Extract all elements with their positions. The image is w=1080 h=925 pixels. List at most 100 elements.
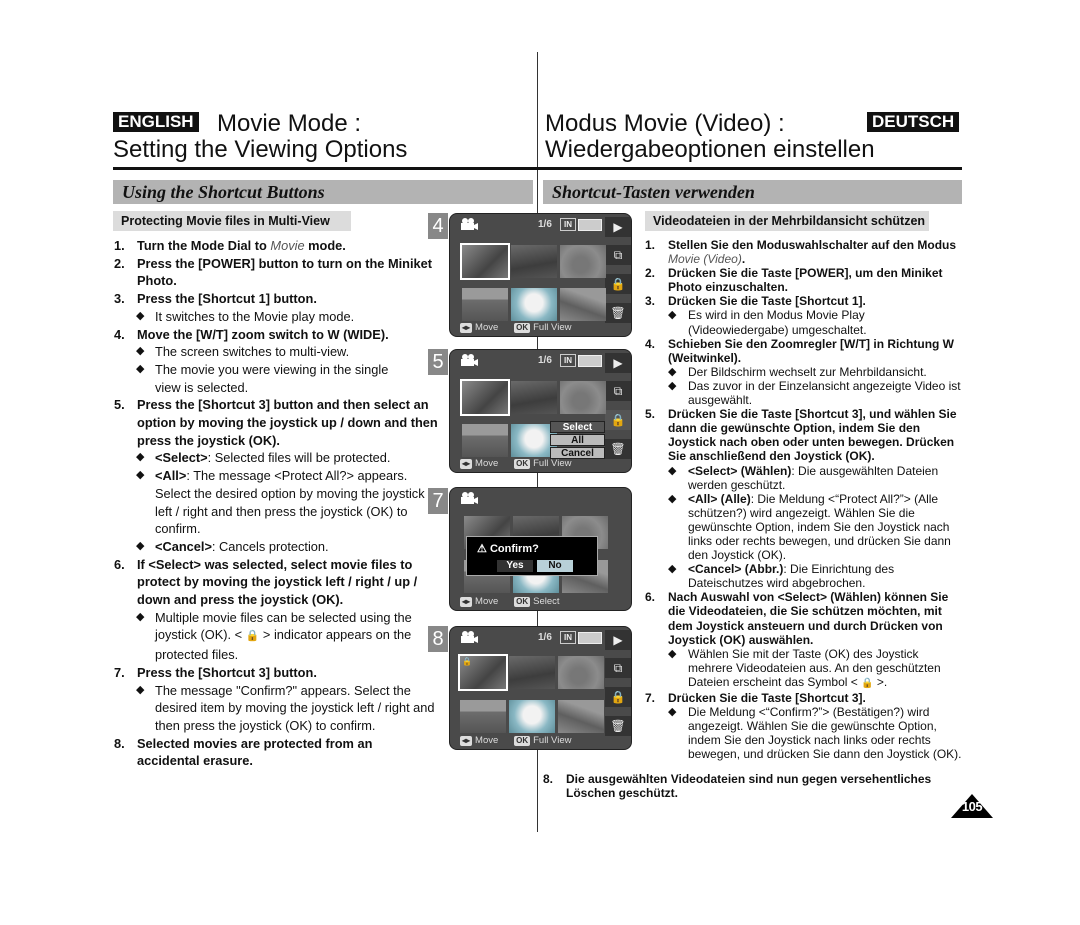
de-step-7-note: ◆ Die Meldung <“Confirm?”> (Bestätigen?) …	[668, 705, 962, 762]
ok-key-icon: OK	[514, 323, 531, 333]
en-step-5-all: ◆ <All>: The message <Protect All?> appea…	[136, 468, 425, 537]
file-counter: 1/6	[538, 219, 552, 230]
trash-icon[interactable]: 🗑	[605, 716, 631, 736]
deutsch-badge: DEUTSCH	[867, 112, 960, 132]
trash-icon[interactable]: 🗑	[605, 303, 631, 323]
screen-step-7-label: 7	[428, 488, 448, 514]
en-step-4: 4. Move the [W/T] zoom switch to W (WIDE)…	[114, 326, 389, 342]
thumbnail[interactable]	[558, 700, 604, 733]
de-step-5-all: ◆ <All> (Alle): Die Meldung <“Protect All…	[668, 491, 951, 563]
lock-icon[interactable]: 🔒	[605, 687, 631, 707]
thumbnail[interactable]	[511, 381, 557, 414]
screen-footer: ◂▸ Move OK Full View	[460, 322, 572, 333]
en-step-6-note: ◆ Multiple movie files can be selected us…	[136, 609, 412, 663]
screen-step-8-label: 8	[428, 626, 448, 652]
de-step-4-note-1: ◆ Der Bildschirm wechselt zur Mehrbildans…	[668, 364, 927, 379]
menu-option-all[interactable]: All	[550, 434, 605, 446]
english-badge: ENGLISH	[113, 112, 199, 132]
en-step-8: 8. Selected movies are protected from an …	[114, 735, 373, 769]
en-step-7-note: ◆ The message "Confirm?" appears. Select …	[136, 682, 435, 733]
battery-icon	[578, 355, 602, 367]
thumbnail[interactable]	[560, 381, 606, 414]
internal-memory-icon: IN	[560, 218, 576, 231]
de-step-4-note-2: ◆ Das zuvor in der Einzelansicht angezeig…	[668, 378, 961, 408]
internal-memory-icon: IN	[560, 354, 576, 367]
trash-icon[interactable]: 🗑	[605, 439, 631, 459]
thumbnail[interactable]	[558, 656, 604, 689]
multiview-icon[interactable]: ⧉	[605, 245, 631, 265]
protected-lock-icon: 🔒	[462, 657, 472, 666]
de-step-5-cancel: ◆ <Cancel> (Abbr.): Die Einrichtung des D…	[668, 562, 895, 591]
joystick-icon: ◂▸	[460, 459, 473, 469]
screen-footer: ◂▸ Move OK Select	[460, 596, 560, 607]
ok-key-icon: OK	[514, 736, 531, 746]
thumbnail[interactable]	[460, 379, 510, 416]
de-title-line2: Wiedergabeoptionen einstellen	[545, 136, 875, 163]
multiview-icon[interactable]: ⧉	[605, 381, 631, 401]
en-title-line2: Setting the Viewing Options	[113, 136, 408, 163]
joystick-icon: ◂▸	[460, 597, 473, 607]
de-section-heading: Shortcut-Tasten verwenden	[543, 180, 962, 204]
screen-footer: ◂▸ Move OK Full View	[460, 458, 572, 469]
play-icon[interactable]: ▶	[605, 217, 631, 237]
de-steps: 1. Stellen Sie den Moduswahlschalter auf …	[645, 238, 963, 761]
en-step-4-note-1: ◆ The screen switches to multi-view.	[136, 344, 350, 360]
file-counter: 1/6	[538, 355, 552, 366]
lock-icon[interactable]: 🔒	[605, 410, 631, 430]
thumbnail[interactable]	[462, 424, 508, 457]
en-step-5: 5. Press the [Shortcut 3] button and then…	[114, 397, 438, 448]
lock-icon: 🔒	[861, 677, 874, 689]
multiview-icon[interactable]: ⧉	[605, 658, 631, 678]
movie-camera-icon	[461, 218, 478, 230]
en-step-6: 6. If <Select> was selected, select movie…	[114, 556, 418, 608]
de-step-6-note: ◆ Wählen Sie mit der Taste (OK) des Joyst…	[668, 646, 941, 689]
play-icon[interactable]: ▶	[605, 630, 631, 650]
thumbnail[interactable]	[560, 288, 606, 321]
thumbnail[interactable]	[509, 656, 555, 689]
thumbnail[interactable]	[462, 288, 508, 321]
no-button[interactable]: No	[537, 560, 573, 572]
play-icon[interactable]: ▶	[605, 353, 631, 373]
file-counter: 1/6	[538, 632, 552, 643]
lock-icon[interactable]: 🔒	[605, 274, 631, 294]
ok-key-icon: OK	[514, 459, 531, 469]
camera-screen-protected: 1/6 IN ▶ ⧉ 🔒 🗑 🔒 ◂▸ Move OK Full View	[449, 626, 632, 750]
camera-screen-multiview: 1/6 IN ▶ ⧉ 🔒 🗑 ◂▸ Move OK Full View	[449, 213, 632, 337]
de-step-7: 7. Drücken Sie die Taste [Shortcut 3].	[645, 691, 866, 705]
de-step-6: 6. Nach Auswahl von <Select> (Wählen) kön…	[645, 590, 949, 647]
en-step-1: 1. Turn the Mode Dial to Movie mode.	[114, 238, 346, 253]
de-step-8: 8. Die ausgewählten Videodateien sind nun…	[543, 772, 932, 801]
thumbnail[interactable]	[460, 700, 506, 733]
de-step-1: 1. Stellen Sie den Moduswahlschalter auf …	[645, 238, 957, 267]
menu-option-select[interactable]: Select	[550, 421, 605, 433]
de-step-4: 4. Schieben Sie den Zoomregler [W/T] in R…	[645, 336, 955, 365]
en-step-3-note: ◆ It switches to the Movie play mode.	[136, 308, 355, 324]
movie-camera-icon	[461, 354, 478, 366]
confirm-message: ⚠ Confirm?	[477, 543, 539, 555]
thumbnail-protected[interactable]: 🔒	[458, 654, 508, 691]
warning-icon: ⚠	[477, 543, 487, 555]
battery-icon	[578, 632, 602, 644]
de-subheading: Videodateien in der Mehrbildansicht schü…	[645, 211, 929, 231]
en-steps: 1. Turn the Mode Dial to Movie mode. 2. Pr…	[114, 237, 444, 770]
movie-camera-icon	[461, 492, 478, 504]
de-title-line1: Modus Movie (Video) :	[545, 110, 785, 137]
screen-step-4-label: 4	[428, 213, 448, 239]
screen-footer: ◂▸ Move OK Full View	[460, 735, 572, 746]
en-step-5-select: ◆ <Select>: Selected files will be protec…	[136, 450, 391, 466]
de-step-5-select: ◆ <Select> (Wählen): Die ausgewählten Dat…	[668, 463, 939, 492]
screen-step-5-label: 5	[428, 349, 448, 375]
thumbnail[interactable]	[511, 288, 557, 321]
en-title-line1: Movie Mode :	[217, 110, 362, 137]
en-step-3: 3. Press the [Shortcut 1] button.	[114, 291, 317, 307]
de-step-3-note: ◆ Es wird in den Modus Movie Play (Videow…	[668, 308, 867, 337]
thumbnail[interactable]	[460, 243, 510, 280]
page-number: 105	[961, 799, 983, 814]
yes-button[interactable]: Yes	[497, 560, 533, 572]
lock-icon: 🔒	[245, 630, 260, 643]
en-section-heading: Using the Shortcut Buttons	[113, 180, 533, 204]
thumbnail[interactable]	[509, 700, 555, 733]
thumbnail[interactable]	[511, 245, 557, 278]
header-rule	[113, 167, 962, 170]
thumbnail[interactable]	[560, 245, 606, 278]
